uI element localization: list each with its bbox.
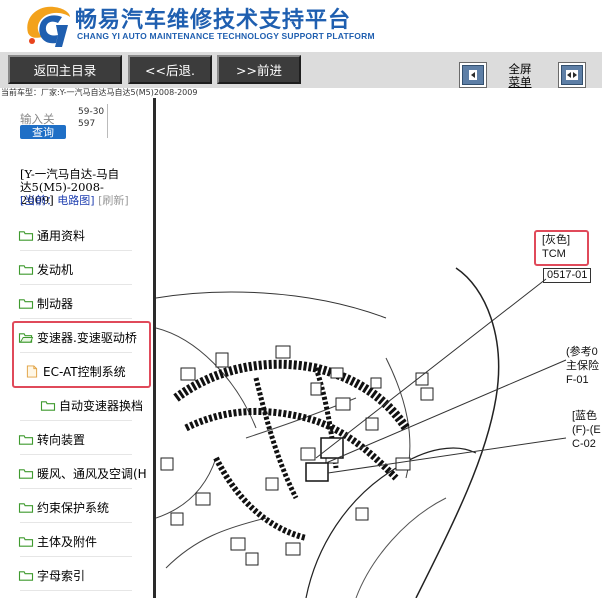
tree-item-label: 自动变速器换档 (59, 398, 144, 413)
collapse-sidebar-button[interactable] (459, 62, 487, 88)
tree-item-label: 发动机 (37, 262, 74, 277)
tree-item[interactable]: 发动机 (0, 258, 153, 280)
tree-separator (20, 488, 132, 489)
tree-item-label: 制动器 (37, 296, 74, 311)
tree-item[interactable]: 暖风、通风及空调(H (0, 462, 153, 484)
folder-icon (18, 467, 37, 480)
wiring-diagram-image (156, 267, 567, 598)
tree-item[interactable]: 自动变速器换档 (0, 394, 153, 416)
tree-item-label: 主体及附件 (37, 534, 98, 549)
app-window: 畅易汽车维修技术支持平台 CHANG YI AUTO MAINTENANCE T… (0, 0, 602, 598)
tree-item[interactable]: 转向装置 (0, 428, 153, 450)
tree-item-label: 约束保护系统 (37, 500, 110, 515)
folder-icon (18, 501, 37, 514)
folder-icon (40, 399, 59, 412)
cy-logo-icon (27, 6, 70, 47)
tree-separator (20, 284, 132, 285)
platform-title: 畅易汽车维修技术支持平台 (75, 8, 352, 33)
back-button[interactable]: <<后退. (128, 55, 212, 84)
tree-separator (20, 590, 132, 591)
ref-callout-line2: 主保险 (566, 360, 599, 372)
connector-code-0517: 0517-01 (543, 268, 592, 283)
folder-icon (18, 535, 37, 548)
blue-callout-line2: (F)-(E (572, 424, 601, 436)
tree-separator (20, 420, 132, 421)
tree-item[interactable]: 约束保护系统 (0, 496, 153, 518)
tree-item-label: 字母索引 (37, 568, 86, 583)
platform-subtitle: CHANG YI AUTO MAINTENANCE TECHNOLOGY SUP… (77, 31, 375, 41)
folder-icon (18, 433, 37, 446)
tcm-label: TCM (542, 248, 566, 260)
selection-highlight (12, 321, 151, 388)
blue-callout-line3: C-02 (572, 438, 596, 450)
tree-separator (20, 318, 132, 319)
tree-item-label: 暖风、通风及空调(H (37, 466, 147, 481)
tree-item[interactable]: 主体及附件 (0, 530, 153, 552)
wiring-diagram-view[interactable]: [灰色] TCM 0517-01 (参考0 主保险 F-01 [蓝色 (F)-(… (156, 98, 602, 598)
tree-separator (20, 522, 132, 523)
expand-view-button[interactable] (558, 62, 586, 88)
header-banner: 畅易汽车维修技术支持平台 CHANG YI AUTO MAINTENANCE T… (0, 0, 602, 52)
toolbar: 返回主目录 <<后退. >>前进 全屏 菜单 (0, 52, 602, 89)
home-button[interactable]: 返回主目录 (8, 55, 122, 84)
tree-item[interactable]: 通用资料 (0, 224, 153, 246)
tree-item[interactable]: 字母索引 (0, 564, 153, 586)
folder-icon (18, 229, 37, 242)
blue-callout-line1: [蓝色 (572, 410, 598, 422)
folder-icon (18, 569, 37, 582)
ref-callout-line1: (参考0 (566, 346, 598, 358)
ref-callout-line3: F-01 (566, 374, 589, 386)
refresh-link[interactable]: [刷新] (98, 194, 129, 207)
current-location: [当前：电路图] [刷新] (20, 194, 132, 207)
tree-item-label: 通用资料 (37, 228, 86, 243)
tree-separator (20, 454, 132, 455)
tree-item[interactable]: 制动器 (0, 292, 153, 314)
current-vehicle-line: 当前车型：厂家:Y-一汽马自达马自达5(M5)2008-2009 (0, 88, 602, 98)
tree-item-label: 转向装置 (37, 432, 86, 447)
current-prefix: [当前：电路图] (20, 194, 95, 207)
tcm-color-label: [灰色] (542, 234, 571, 246)
sidebar: 输入关 59-30597 查询 [Y-一汽马自达-马自达5(M5)-2008-2… (0, 98, 155, 598)
collapse-left-icon (462, 65, 484, 85)
fullscreen-menu-toggle[interactable]: 全屏 菜单 (503, 63, 537, 89)
tree-separator (20, 556, 132, 557)
folder-icon (18, 297, 37, 310)
tree-separator (20, 250, 132, 251)
forward-button[interactable]: >>前进 (217, 55, 301, 84)
search-input[interactable]: 59-30597 (76, 104, 108, 138)
search-button[interactable]: 查询 (20, 125, 66, 139)
expand-both-icon (561, 65, 583, 85)
folder-icon (18, 263, 37, 276)
